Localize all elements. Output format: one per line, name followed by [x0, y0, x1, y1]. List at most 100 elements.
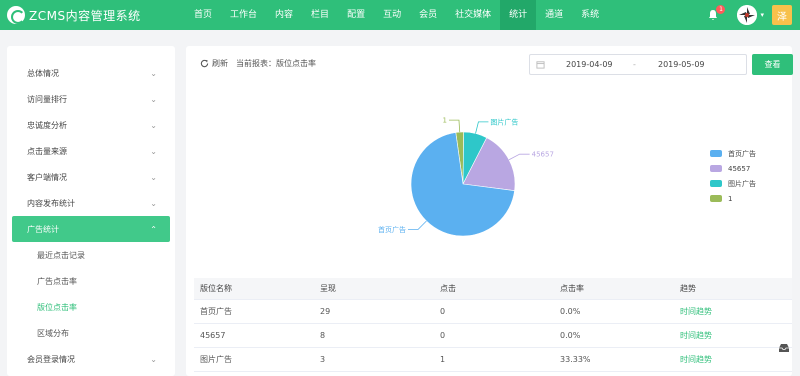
notification-bell-icon[interactable]: 1	[707, 5, 726, 21]
slice-label: 图片广告	[490, 117, 518, 126]
table-row: 45657 8 0 0.0% 时间趋势	[194, 324, 792, 348]
sidebar-item-label: 内容发布统计	[27, 198, 75, 208]
main-nav: 首页 工作台 内容 栏目 配置 互动 会员 社交媒体 统计 通道 系统	[185, 0, 608, 30]
avatar[interactable]	[737, 5, 758, 25]
sidebar-item-loyalty[interactable]: 忠诚度分析 ⌄	[7, 112, 175, 138]
sidebar-item-click-source[interactable]: 点击量来源 ⌄	[7, 138, 175, 164]
table-row: 首页广告 29 0 0.0% 时间趋势	[194, 300, 792, 324]
chevron-down-icon: ⌄	[150, 94, 157, 104]
sidebar-subitem-region[interactable]: 区域分布	[7, 320, 175, 346]
table-cell: 29	[320, 307, 331, 316]
legend-swatch	[710, 195, 722, 202]
sidebar-subitem-position-ctr[interactable]: 版位点击率	[7, 294, 175, 320]
nav-item-channel[interactable]: 通道	[536, 0, 572, 30]
chevron-down-icon: ⌄	[150, 68, 157, 78]
table-cell: 33.33%	[560, 355, 591, 364]
nav-item-system[interactable]: 系统	[572, 0, 608, 30]
sidebar-item-label: 访问量排行	[27, 94, 67, 104]
table-header-cell: 呈现	[320, 284, 336, 293]
table-cell: 1	[440, 355, 446, 364]
header-actions: 1 ▾ 泽	[707, 0, 800, 30]
nav-item-social[interactable]: 社交媒体	[446, 0, 500, 30]
legend-item[interactable]: 45657	[710, 161, 756, 176]
nav-item-stats[interactable]: 统计	[500, 0, 537, 30]
logo-icon	[7, 6, 25, 24]
slice-leader-line	[475, 121, 489, 134]
trend-link[interactable]: 时间趋势	[674, 306, 792, 317]
sidebar-item-client[interactable]: 客户端情况 ⌄	[7, 164, 175, 190]
sidebar-item-overview[interactable]: 总体情况 ⌄	[7, 60, 175, 86]
sidebar-item-label: 会员登录情况	[27, 354, 75, 364]
nav-item-column[interactable]: 栏目	[302, 0, 338, 30]
table-cell: 0	[440, 307, 446, 316]
sidebar-subitem-ad-ctr[interactable]: 广告点击率	[7, 268, 175, 294]
table-header-row: 版位名称 呈现 点击 点击率 趋势	[194, 278, 792, 300]
legend-label: 1	[728, 194, 733, 203]
table-header-cell: 版位名称	[200, 284, 232, 293]
date-range-picker[interactable]: 2019-04-09 - 2019-05-09	[529, 54, 747, 75]
top-navbar: ZCMS内容管理系统 首页 工作台 内容 栏目 配置 互动 会员 社交媒体 统计…	[0, 0, 800, 30]
table-cell: 0.0%	[560, 331, 581, 340]
table-header-cell: 趋势	[680, 284, 696, 293]
view-button[interactable]: 查看	[752, 54, 793, 75]
start-date-input[interactable]: 2019-04-09	[566, 60, 613, 69]
inbox-icon[interactable]	[778, 343, 790, 353]
report-toolbar: 刷新 当前报表：版位点击率	[200, 58, 316, 69]
refresh-icon[interactable]	[200, 59, 209, 68]
table-header-cell: 点击	[440, 284, 456, 293]
legend-item[interactable]: 图片广告	[710, 176, 756, 191]
calendar-icon	[536, 61, 545, 69]
sidebar-item-label: 客户端情况	[27, 172, 67, 182]
main-panel: 刷新 当前报表：版位点击率 2019-04-09 - 2019-05-09 查看…	[186, 46, 793, 376]
legend-item[interactable]: 首页广告	[710, 146, 756, 161]
chevron-down-icon: ⌄	[150, 354, 157, 364]
nav-item-content[interactable]: 内容	[266, 0, 302, 30]
table-cell: 图片广告	[200, 355, 232, 364]
trend-link[interactable]: 时间趋势	[674, 354, 792, 365]
nav-item-workbench[interactable]: 工作台	[221, 0, 266, 30]
table-cell: 0	[440, 331, 446, 340]
data-table: 版位名称 呈现 点击 点击率 趋势 首页广告 29 0 0.0% 时间趋势 45…	[194, 278, 792, 372]
legend-label: 图片广告	[728, 179, 756, 188]
sidebar-item-label: 点击量来源	[27, 146, 67, 156]
chevron-up-icon: ⌃	[150, 224, 157, 234]
slice-label: 首页广告	[378, 225, 406, 234]
nav-item-home[interactable]: 首页	[185, 0, 221, 30]
table-header-cell: 点击率	[560, 284, 584, 293]
sidebar-item-content-publish[interactable]: 内容发布统计 ⌄	[7, 190, 175, 216]
table-cell: 8	[320, 331, 326, 340]
sidebar-item-label: 广告统计	[27, 224, 59, 234]
legend-swatch	[710, 150, 722, 157]
sidebar-item-ad-stats[interactable]: 广告统计 ⌃	[12, 216, 170, 242]
app-title: ZCMS内容管理系统	[29, 8, 141, 23]
nav-item-config[interactable]: 配置	[338, 0, 374, 30]
table-cell: 45657	[200, 331, 226, 340]
table-row: 图片广告 3 1 33.33% 时间趋势	[194, 348, 792, 372]
user-badge[interactable]: 泽	[772, 5, 792, 25]
end-date-input[interactable]: 2019-05-09	[658, 60, 705, 69]
slice-leader-line	[407, 220, 427, 230]
legend-label: 首页广告	[728, 149, 756, 158]
chart-legend: 首页广告 45657 图片广告 1	[710, 146, 756, 206]
legend-swatch	[710, 165, 722, 172]
table-cell: 首页广告	[200, 307, 232, 316]
refresh-button[interactable]: 刷新	[212, 58, 228, 69]
pie-chart: 1 图片广告 45657 首页广告 首页广告 45657 图片广告 1	[186, 86, 792, 286]
nav-item-member[interactable]: 会员	[410, 0, 446, 30]
chevron-down-icon: ⌄	[150, 120, 157, 130]
chevron-down-icon: ⌄	[150, 198, 157, 208]
sidebar-item-label: 总体情况	[27, 68, 59, 78]
sidebar-item-member-login[interactable]: 会员登录情况 ⌄	[7, 346, 175, 372]
sidebar: 总体情况 ⌄ 访问量排行 ⌄ 忠诚度分析 ⌄ 点击量来源 ⌄ 客户端情况 ⌄ 内…	[7, 46, 175, 376]
sidebar-item-label: 忠诚度分析	[27, 120, 67, 130]
sidebar-item-visit-ranking[interactable]: 访问量排行 ⌄	[7, 86, 175, 112]
user-menu-chevron-icon[interactable]: ▾	[760, 11, 764, 19]
legend-item[interactable]: 1	[710, 191, 756, 206]
chevron-down-icon: ⌄	[150, 146, 157, 156]
nav-item-interaction[interactable]: 互动	[374, 0, 410, 30]
current-report-label: 当前报表：版位点击率	[236, 59, 316, 68]
app-logo[interactable]: ZCMS内容管理系统	[7, 6, 177, 24]
trend-link[interactable]: 时间趋势	[674, 330, 792, 341]
table-cell: 0.0%	[560, 307, 581, 316]
sidebar-subitem-recent-clicks[interactable]: 最近点击记录	[7, 242, 175, 268]
